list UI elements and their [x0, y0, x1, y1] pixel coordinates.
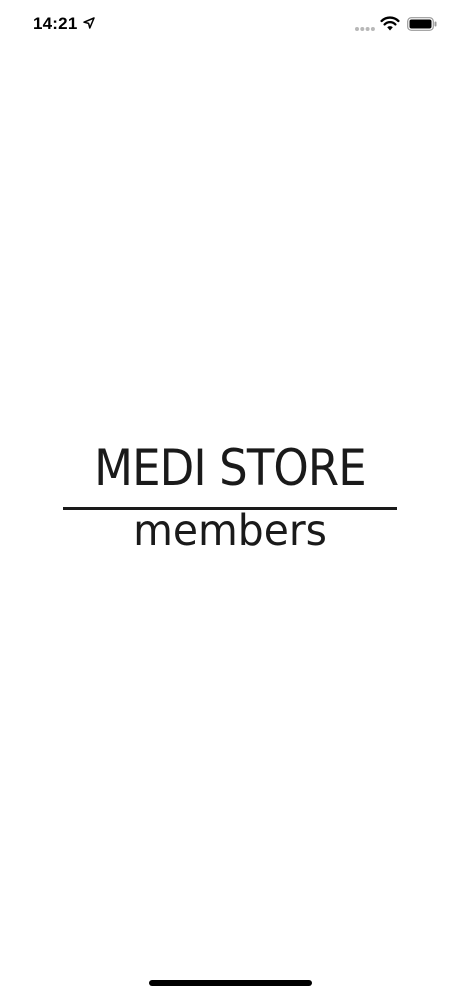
location-arrow-icon [83, 17, 95, 29]
brand-logo: MEDI STORE members [63, 439, 397, 556]
logo-subtitle: members [133, 506, 327, 556]
status-time: 14:21 [33, 14, 78, 33]
wifi-icon [380, 16, 400, 31]
status-bar: 14:21 [0, 0, 460, 50]
logo-title: MEDI STORE [94, 439, 367, 497]
home-indicator[interactable] [149, 980, 312, 986]
battery-icon [407, 17, 437, 31]
cellular-signal-icon [355, 27, 375, 31]
